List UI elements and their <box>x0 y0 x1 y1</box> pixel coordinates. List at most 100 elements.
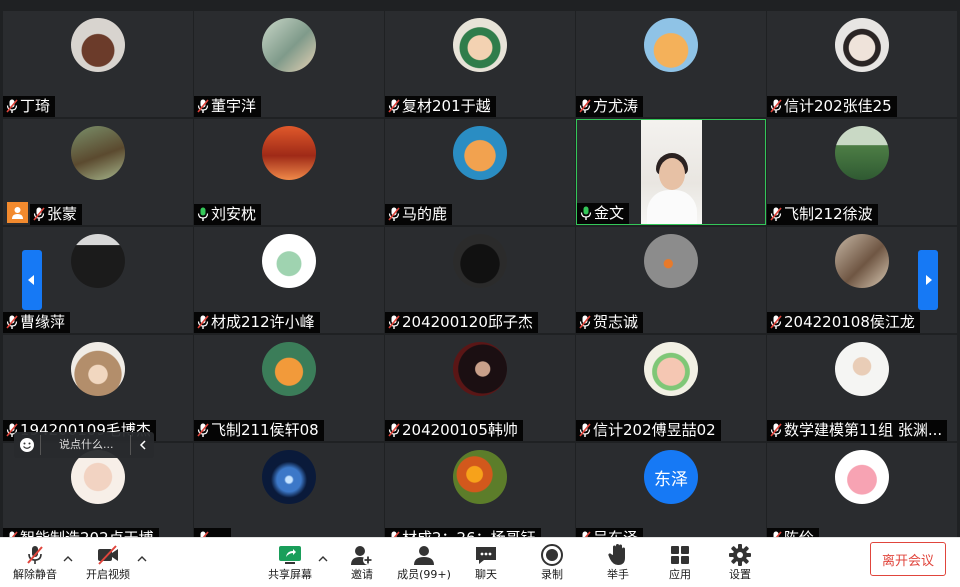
participant-tile[interactable]: 信计202张佳25 <box>767 11 957 117</box>
settings-button[interactable]: 设置 <box>722 542 758 586</box>
participant-name: 材成2：26：杨哥钰 <box>402 528 536 537</box>
mic-muted-icon <box>385 312 402 333</box>
avatar <box>71 126 125 180</box>
participant-name-bar: 智能制造202卢天博 <box>3 528 159 537</box>
unmute-label: 解除静音 <box>13 568 57 581</box>
participant-name-bar: 204200120邱子杰 <box>385 312 538 333</box>
unmute-button[interactable]: 解除静音 <box>10 542 60 586</box>
mic-muted-icon <box>385 96 402 117</box>
mic-muted-icon <box>576 528 593 537</box>
participant-name-bar: 方尤涛 <box>576 96 644 117</box>
participant-tile[interactable]: 飞制211侯轩08 <box>194 335 384 441</box>
mic-muted-icon <box>194 96 211 117</box>
participant-name-bar: 吴东泽 <box>576 528 644 537</box>
mic-muted-icon <box>385 528 402 537</box>
settings-label: 设置 <box>729 568 751 581</box>
members-label: 成员(99+) <box>397 568 451 581</box>
participant-tile[interactable]: 信计202傅昱喆02 <box>576 335 766 441</box>
mic-muted-icon <box>194 420 211 441</box>
prev-page-button[interactable] <box>22 250 42 310</box>
participant-name: 信计202张佳25 <box>784 97 892 115</box>
participant-name: 数学建模第11组 张渊... <box>784 421 943 439</box>
start-video-button[interactable]: 开启视频 <box>82 542 134 586</box>
participant-tile[interactable]: 飞制212徐波 <box>767 119 957 225</box>
chevron-left-icon[interactable] <box>130 435 154 455</box>
participant-name: 飞制211侯轩08 <box>211 421 319 439</box>
invite-button[interactable]: 邀请 <box>342 542 382 586</box>
avatar <box>453 342 507 396</box>
avatar <box>453 234 507 288</box>
participant-tile[interactable]: 刘安枕 <box>194 119 384 225</box>
participant-tile[interactable]: 数学建模第11组 张渊... <box>767 335 957 441</box>
chat-label: 聊天 <box>475 568 497 581</box>
participant-tile[interactable]: 金文 <box>576 119 766 225</box>
avatar <box>262 18 316 72</box>
participant-name: 陈伶 <box>784 528 814 537</box>
participant-tile[interactable]: 194200109毛博杰 <box>3 335 193 441</box>
mic-icon <box>194 204 211 225</box>
mic-muted-icon <box>385 420 402 441</box>
participant-name: 204220108侯江龙 <box>784 313 915 331</box>
participant-name-bar: 材成212许小峰 <box>194 312 320 333</box>
participant-tile[interactable]: 材成212许小峰 <box>194 227 384 333</box>
record-button[interactable]: 录制 <box>534 542 570 586</box>
raise-hand-button[interactable]: 举手 <box>600 542 636 586</box>
start-video-label: 开启视频 <box>86 568 130 581</box>
leave-meeting-button[interactable]: 离开会议 <box>870 542 946 576</box>
chevron-up-icon[interactable] <box>63 554 73 564</box>
participant-name-bar: 贺志诚 <box>576 312 644 333</box>
participant-tile[interactable]: 陈伶 <box>767 443 957 537</box>
chevron-up-icon[interactable] <box>318 554 328 564</box>
apps-button[interactable]: 应用 <box>662 542 698 586</box>
participant-tile[interactable]: 复材201于越 <box>385 11 575 117</box>
chat-button[interactable]: 聊天 <box>468 542 504 586</box>
participant-name-bar: 材成2：26：杨哥钰 <box>385 528 541 537</box>
mic-muted-icon <box>767 312 784 333</box>
participant-tile[interactable]: … <box>194 443 384 537</box>
raise-hand-label: 举手 <box>607 568 629 581</box>
participant-name: 方尤涛 <box>593 97 639 115</box>
quick-chat-bar[interactable]: 说点什么... <box>14 432 154 458</box>
participant-name: 张蒙 <box>47 205 78 223</box>
participant-name: 信计202傅昱喆02 <box>593 421 716 439</box>
participant-tile[interactable]: 材成2：26：杨哥钰 <box>385 443 575 537</box>
mic-muted-icon <box>576 420 593 441</box>
participant-name-bar: 数学建模第11组 张渊... <box>767 420 948 441</box>
members-button[interactable]: 成员(99+) <box>394 542 454 586</box>
participant-tile[interactable]: 贺志诚 <box>576 227 766 333</box>
participant-name: 马的鹿 <box>402 205 448 223</box>
participant-name: 204200120邱子杰 <box>402 313 533 331</box>
avatar <box>71 342 125 396</box>
mic-muted-icon <box>194 528 211 537</box>
participant-tile[interactable]: 丁琦 <box>3 11 193 117</box>
participant-tile[interactable]: 东泽吴东泽 <box>576 443 766 537</box>
participant-name-bar: 刘安枕 <box>194 204 262 225</box>
participant-tile[interactable]: 张蒙 <box>3 119 193 225</box>
participant-tile[interactable]: 204200120邱子杰 <box>385 227 575 333</box>
participant-tile[interactable]: 204200105韩帅 <box>385 335 575 441</box>
participant-name: 204200105韩帅 <box>402 421 518 439</box>
participant-tile[interactable]: 方尤涛 <box>576 11 766 117</box>
emoji-icon[interactable] <box>14 437 40 453</box>
share-screen-button[interactable]: 共享屏幕 <box>264 542 316 586</box>
participant-tile[interactable]: 马的鹿 <box>385 119 575 225</box>
next-page-button[interactable] <box>918 250 938 310</box>
participant-tile[interactable]: 董宇洋 <box>194 11 384 117</box>
avatar <box>262 342 316 396</box>
participant-name-bar: 张蒙 <box>30 204 83 225</box>
mic-muted-icon <box>767 420 784 441</box>
mic-muted-icon <box>194 312 211 333</box>
participant-name-bar: … <box>194 528 231 537</box>
avatar <box>644 18 698 72</box>
chat-icon <box>474 542 498 568</box>
meeting-toolbar: 解除静音 开启视频 共享屏幕 邀请 成员(99+) 聊天 录制 举手 应用 设置 <box>0 537 960 587</box>
chevron-up-icon[interactable] <box>137 554 147 564</box>
avatar <box>453 18 507 72</box>
participant-video <box>641 120 702 224</box>
chat-input[interactable]: 说点什么... <box>40 435 130 455</box>
mic-muted-icon <box>767 204 784 225</box>
participant-name-bar: 马的鹿 <box>385 204 453 225</box>
avatar-text: 东泽 <box>654 469 688 490</box>
participant-name-bar: 董宇洋 <box>194 96 262 117</box>
record-label: 录制 <box>541 568 563 581</box>
